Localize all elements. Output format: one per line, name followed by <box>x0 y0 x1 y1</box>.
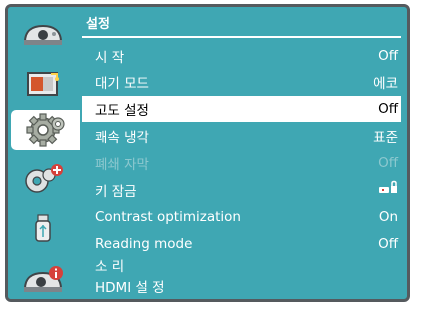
osd-sidebar <box>8 7 80 299</box>
menu-item-value: Off <box>378 155 398 171</box>
menu-title: 설정 <box>86 17 110 32</box>
menu-item-label: Contrast optimization <box>95 209 241 225</box>
menu-item-standby-mode[interactable]: 대기 모드 에코 <box>82 69 401 95</box>
menu-item-label: Reading mode <box>95 236 193 252</box>
menu-item-label: 키 잠금 <box>95 184 137 200</box>
projector-osd-screen: 설정 시 작 Off 대기 모드 에코 고도 설정 Off 쾌속 냉각 표준 폐… <box>0 0 421 311</box>
menu-item-key-lock[interactable]: 키 잠금 <box>82 177 401 203</box>
title-divider <box>82 36 401 38</box>
menu-item-hdmi-settings[interactable]: HDMI 설 정 <box>82 273 401 299</box>
remote-lock-icon <box>378 180 398 200</box>
menu-item-label: 고도 설정 <box>95 103 149 119</box>
display-setup-icon[interactable] <box>18 18 68 49</box>
menu-item-closed-caption: 폐쇄 자막 Off <box>82 150 401 176</box>
usb-icon[interactable] <box>18 213 68 244</box>
menu-item-value: 표준 <box>373 130 398 146</box>
menu-item-contrast-optimization[interactable]: Contrast optimization On <box>82 204 401 230</box>
advanced-settings-icon[interactable] <box>18 163 68 194</box>
menu-item-label: 대기 모드 <box>95 76 149 92</box>
menu-item-label: 소 리 <box>95 259 125 275</box>
menu-item-quick-cooling[interactable]: 쾌속 냉각 표준 <box>82 123 401 149</box>
menu-item-value: Off <box>378 236 398 252</box>
menu-item-startup[interactable]: 시 작 Off <box>82 43 401 69</box>
menu-item-label: 시 작 <box>95 50 125 66</box>
menu-item-value: On <box>378 209 398 225</box>
menu-item-label: 폐쇄 자막 <box>95 157 149 173</box>
menu-item-label: 쾌속 냉각 <box>95 130 149 146</box>
menu-item-label: HDMI 설 정 <box>95 280 165 296</box>
menu-item-value: Off <box>378 101 398 117</box>
settings-gears-icon[interactable] <box>11 110 80 150</box>
menu-item-value: Off <box>378 48 398 64</box>
osd-menu-frame: 설정 시 작 Off 대기 모드 에코 고도 설정 Off 쾌속 냉각 표준 폐… <box>5 4 410 302</box>
settings-panel: 설정 시 작 Off 대기 모드 에코 고도 설정 Off 쾌속 냉각 표준 폐… <box>80 7 407 299</box>
menu-item-altitude-setting[interactable]: 고도 설정 Off <box>82 96 401 122</box>
information-icon[interactable] <box>18 264 68 295</box>
image-adjust-icon[interactable] <box>18 68 68 99</box>
menu-item-value: 에코 <box>373 76 398 92</box>
